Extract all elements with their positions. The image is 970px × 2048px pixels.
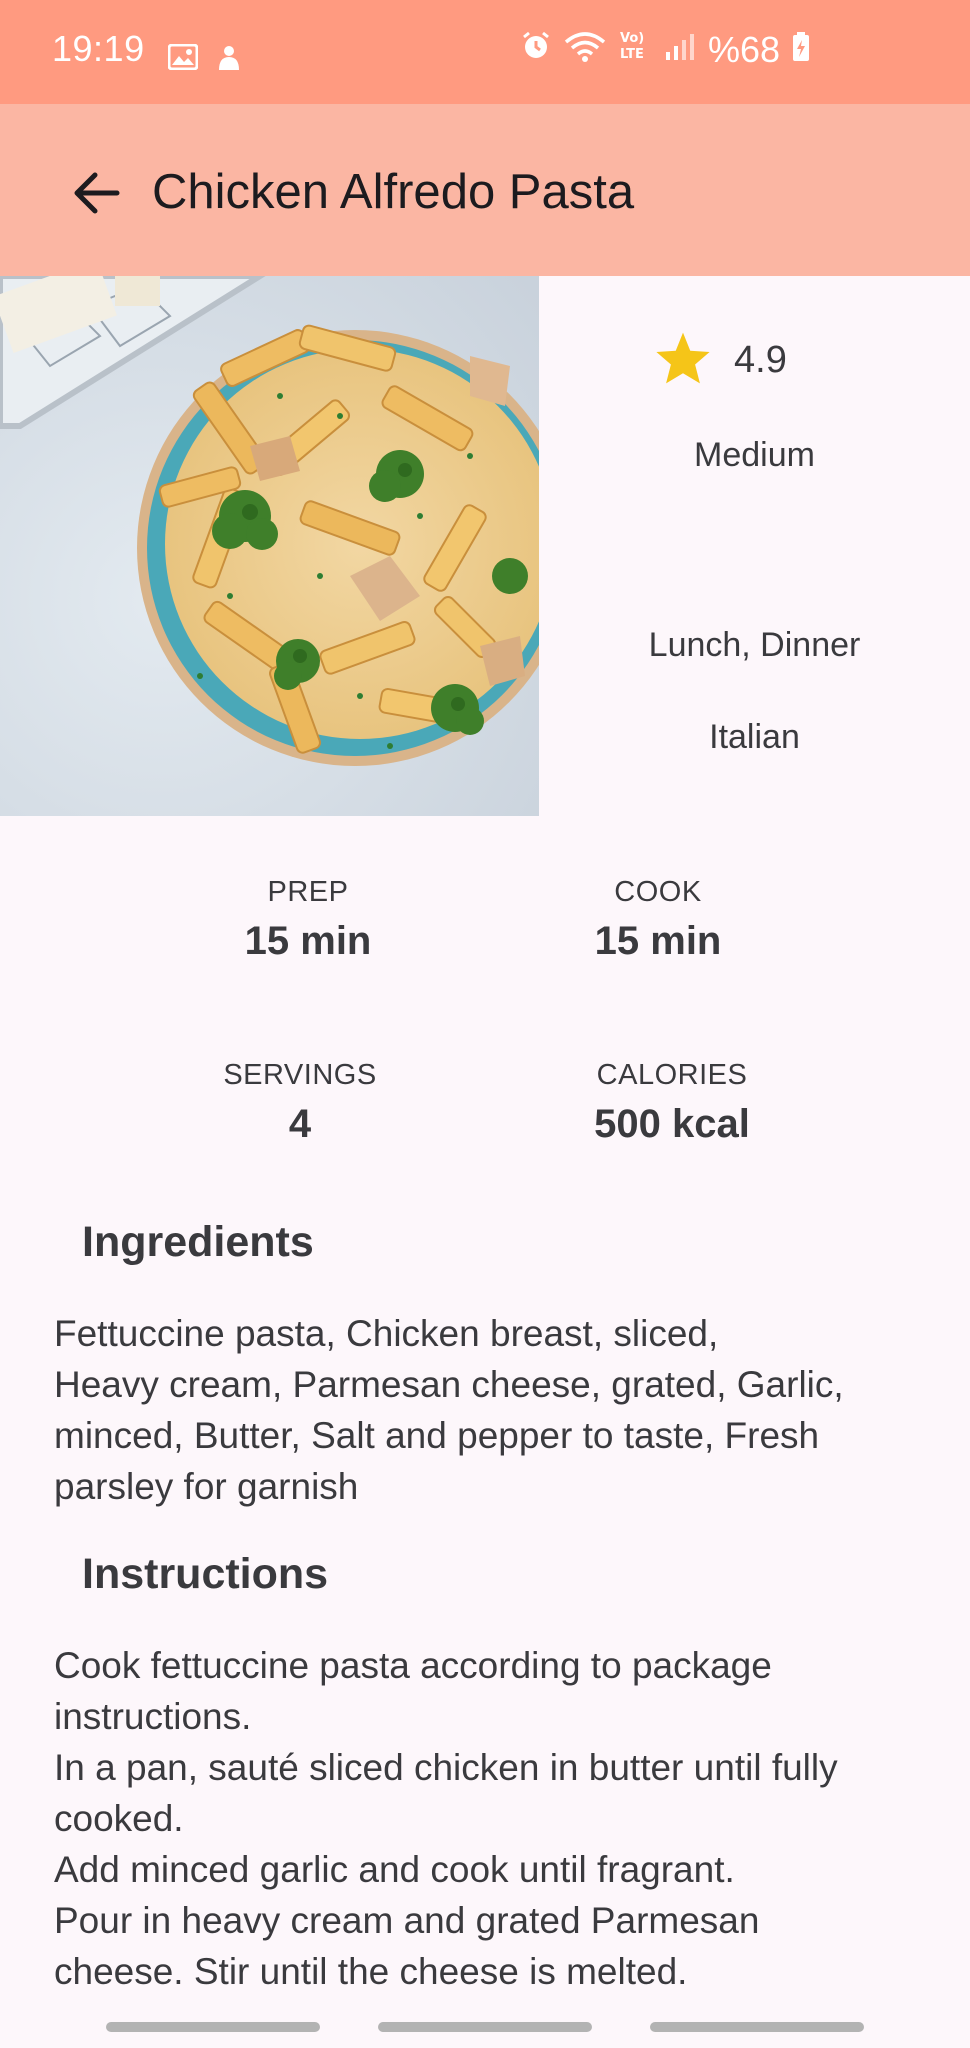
svg-text:LTE: LTE (620, 47, 644, 62)
arrow-back-icon (73, 171, 121, 220)
servings-value: 4 (288, 1102, 312, 1146)
gallery-icon (167, 43, 199, 77)
notification-icon (216, 44, 242, 77)
ingredients-heading: Ingredients (82, 1218, 314, 1266)
instructions-heading: Instructions (82, 1550, 329, 1598)
meal-types: Lunch, Dinner (648, 626, 861, 664)
wifi-icon (564, 29, 606, 71)
difficulty: Medium (694, 436, 815, 474)
nav-recents-handle[interactable] (106, 2022, 320, 2032)
recipe-summary: 4.9 Medium Lunch, Dinner Italian (539, 276, 970, 816)
system-nav-bar (0, 2008, 970, 2048)
status-bar: 19:19 Vo) LTE %68 (0, 0, 970, 104)
prep-time: PREP 15 min (158, 876, 458, 964)
calories-value: 500 kcal (594, 1102, 750, 1146)
page-title: Chicken Alfredo Pasta (152, 165, 635, 219)
signal-icon (664, 29, 696, 71)
back-button[interactable] (62, 160, 132, 230)
cook-time: COOK 15 min (508, 876, 808, 964)
rating-value: 4.9 (734, 339, 787, 381)
instructions-text: Cook fettuccine pasta according to packa… (54, 1645, 838, 1992)
volte-icon: Vo) LTE (618, 28, 652, 71)
alarm-icon (520, 29, 552, 71)
cook-value: 15 min (594, 919, 722, 963)
rating: 4.9 (654, 330, 787, 391)
recipe-image (0, 276, 539, 816)
star-icon (654, 330, 712, 391)
svg-text:Vo): Vo) (620, 31, 644, 46)
prep-label: PREP (267, 876, 349, 908)
status-time: 19:19 (52, 28, 145, 69)
battery-icon (792, 29, 810, 71)
calories-label: CALORIES (596, 1059, 748, 1091)
cook-label: COOK (614, 876, 702, 908)
cuisine: Italian (709, 718, 800, 756)
ingredients-text: Fettuccine pasta, Chicken breast, sliced… (54, 1313, 844, 1507)
nav-home-handle[interactable] (378, 2022, 592, 2032)
servings: SERVINGS 4 (150, 1059, 450, 1147)
battery-percent: %68 (707, 28, 780, 70)
nav-back-handle[interactable] (650, 2022, 864, 2032)
calories: CALORIES 500 kcal (522, 1059, 822, 1147)
servings-label: SERVINGS (223, 1059, 377, 1091)
prep-value: 15 min (244, 919, 372, 963)
app-bar: Chicken Alfredo Pasta (0, 104, 970, 276)
